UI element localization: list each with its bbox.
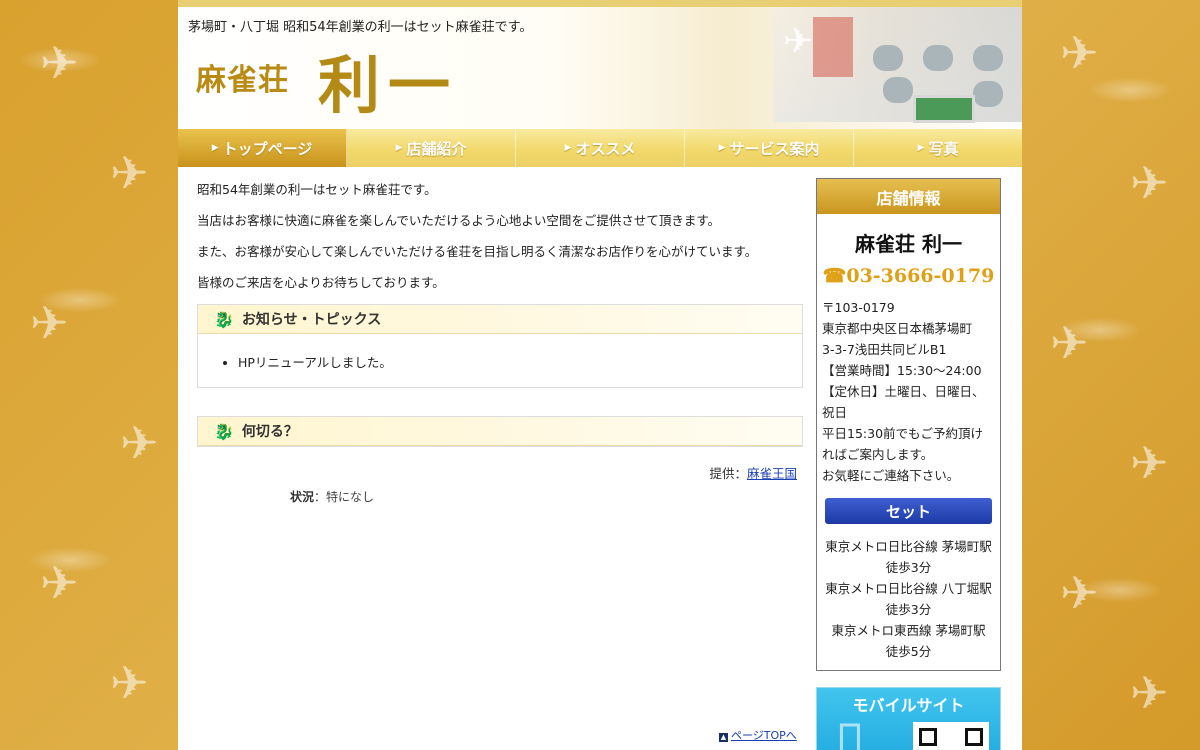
intro-paragraph: また、お客様が安心して楽しんでいただける雀荘を目指し明るく清潔なお店作りを心がけ… — [197, 244, 758, 259]
arrow-icon: ▶ — [718, 143, 726, 153]
qr-finder — [919, 728, 937, 746]
news-box: 🐉 お知らせ・トピックス HPリニューアルしました。 — [197, 304, 803, 388]
nav-item-label: 写真 — [928, 139, 959, 158]
site-header: 茅場町・八丁堀 昭和54年創業の利一はセット麻雀荘です。 麻雀荘 利一 ✈ — [178, 0, 1022, 129]
crane-decoration: ✈ — [1060, 26, 1099, 80]
crane-decoration: ✈ — [1130, 156, 1169, 210]
addr-line: 平日15:30前でもご予約頂け — [822, 426, 984, 441]
news-title: お知らせ・トピックス — [241, 312, 382, 328]
header-photo: ✈ — [773, 7, 1022, 123]
access-info: 東京メトロ日比谷線 茅場町駅 徒歩3分 東京メトロ日比谷線 八丁堀駅 徒歩3分 … — [817, 524, 1000, 670]
nanikiru-box: 🐉 何切る？ — [197, 416, 803, 447]
tel-number: 03-3666-0179 — [846, 265, 995, 287]
arrow-icon: ▶ — [564, 143, 572, 153]
access-line: 東京メトロ日比谷線 八丁堀駅 — [825, 581, 992, 596]
dragon-icon: 🐉 — [214, 421, 234, 441]
nav-item-photo[interactable]: ▶ 写真 — [854, 129, 1022, 167]
nav-item-shop[interactable]: ▶ 店舗紹介 — [347, 129, 516, 167]
arrow-icon: ▶ — [211, 143, 219, 153]
nav-item-label: トップページ — [222, 139, 313, 158]
shop-address: 〒103-0179 東京都中央区日本橋茅場町 3-3-7浅田共同ビルB1 【営業… — [817, 287, 1000, 486]
shop-info-title: 店舗情報 — [817, 179, 1000, 214]
addr-line: 3-3-7浅田共同ビルB1 — [822, 342, 947, 357]
intro-paragraph: 皆様のご来店を心よりお待ちしております。 — [197, 275, 445, 290]
crane-decoration: ✈ — [40, 556, 79, 610]
addr-line: 【定休日】土曜日、日曜日、 — [822, 384, 985, 399]
page-top-label: ページTOPへ — [731, 729, 797, 742]
crane-decoration: ✈ — [1130, 666, 1169, 720]
access-line: 徒歩3分 — [885, 602, 932, 617]
news-list: HPリニューアルしました。 — [218, 352, 782, 371]
logo-big-text[interactable]: 利一 — [318, 35, 458, 125]
photo-curtain — [813, 17, 853, 77]
main-nav: ▶ トップページ ▶ 店舗紹介 ▶ オススメ ▶ サービス案内 ▶ 写真 — [178, 129, 1022, 167]
crane-decoration: ✈ — [783, 21, 814, 62]
page-container: 茅場町・八丁堀 昭和54年創業の利一はセット麻雀荘です。 麻雀荘 利一 ✈ ▶ … — [178, 0, 1022, 750]
access-line: 東京メトロ日比谷線 茅場町駅 — [825, 539, 992, 554]
nav-item-label: サービス案内 — [729, 139, 820, 158]
addr-line: 祝日 — [822, 405, 848, 420]
list-item: HPリニューアルしました。 — [238, 352, 782, 371]
photo-chair — [973, 45, 1003, 71]
provided-prefix: 提供： — [709, 466, 747, 481]
status-value: ：特になし — [314, 490, 375, 504]
up-arrow-icon: ▲ — [719, 733, 728, 742]
crane-decoration: ✈ — [1050, 316, 1089, 370]
qr-code-icon — [913, 722, 989, 750]
crane-decoration: ✈ — [120, 416, 159, 470]
arrow-icon: ▶ — [395, 143, 403, 153]
main-content: 昭和54年創業の利一はセット麻雀荘です。 当店はお客様に快適に麻雀を楽しんでいた… — [197, 180, 803, 505]
status-label: 状況 — [290, 490, 315, 504]
nav-item-label: 店舗紹介 — [406, 139, 467, 158]
photo-chair — [883, 77, 913, 103]
provider-link[interactable]: 麻雀王国 — [747, 466, 797, 481]
addr-line: 【営業時間】15:30〜24:00 — [822, 363, 982, 378]
intro-text: 昭和54年創業の利一はセット麻雀荘です。 当店はお客様に快適に麻雀を楽しんでいた… — [197, 180, 803, 292]
shop-info-box: 店舗情報 麻雀荘 利一 ☎03-3666-0179 〒103-0179 東京都中… — [816, 178, 1001, 671]
set-button[interactable]: セット — [825, 498, 992, 524]
nav-item-label: オススメ — [575, 139, 636, 158]
phone-icon: ☎ — [822, 265, 847, 287]
arrow-icon: ▶ — [917, 143, 925, 153]
nav-item-recommend[interactable]: ▶ オススメ — [516, 129, 685, 167]
photo-chair — [973, 81, 1003, 107]
news-body: HPリニューアルしました。 — [198, 334, 802, 387]
access-line: 東京メトロ東西線 茅場町駅 — [831, 623, 986, 638]
crane-decoration: ✈ — [110, 656, 149, 710]
news-title-bar: 🐉 お知らせ・トピックス — [198, 305, 802, 334]
crane-decoration: ✈ — [40, 36, 79, 90]
logo-small-text[interactable]: 麻雀荘 — [196, 55, 289, 99]
photo-chair — [923, 45, 953, 71]
addr-line: 東京都中央区日本橋茅場町 — [822, 321, 973, 336]
crane-decoration: ✈ — [1130, 436, 1169, 490]
crane-decoration: ✈ — [1060, 566, 1099, 620]
access-line: 徒歩5分 — [885, 644, 932, 659]
page-top-link[interactable]: ▲ ページTOPへ — [719, 727, 797, 743]
qr-finder — [965, 728, 983, 746]
nav-item-service[interactable]: ▶ サービス案内 — [685, 129, 854, 167]
nanikiru-title: 何切る？ — [241, 424, 298, 440]
provided-by: 提供：麻雀王国 — [197, 463, 803, 482]
crane-decoration: ✈ — [30, 296, 69, 350]
nanikiru-title-bar: 🐉 何切る？ — [198, 417, 802, 446]
nav-item-top[interactable]: ▶ トップページ — [178, 129, 347, 167]
mobile-phone-icon: ▯ — [835, 708, 865, 750]
access-line: 徒歩3分 — [885, 560, 932, 575]
status-line: 状況：特になし — [290, 488, 803, 505]
header-tagline: 茅場町・八丁堀 昭和54年創業の利一はセット麻雀荘です。 — [188, 20, 533, 35]
addr-line: 〒103-0179 — [822, 300, 895, 315]
sidebar: 店舗情報 麻雀荘 利一 ☎03-3666-0179 〒103-0179 東京都中… — [816, 178, 1001, 750]
intro-paragraph: 昭和54年創業の利一はセット麻雀荘です。 — [197, 182, 437, 197]
mobile-site-banner[interactable]: モバイルサイト ▯ — [816, 687, 1001, 750]
crane-decoration: ✈ — [110, 146, 149, 200]
shop-name: 麻雀荘 利一 — [855, 232, 962, 256]
shop-tel[interactable]: ☎03-3666-0179 — [817, 265, 1000, 287]
addr-line: ればご案内します。 — [822, 447, 934, 462]
photo-mahjong-table — [913, 95, 975, 123]
intro-paragraph: 当店はお客様に快適に麻雀を楽しんでいただけるよう心地よい空間をご提供させて頂きま… — [197, 213, 721, 228]
addr-line: お気軽にご連絡下さい。 — [822, 468, 960, 483]
photo-chair — [873, 45, 903, 71]
dragon-icon: 🐉 — [214, 309, 234, 329]
